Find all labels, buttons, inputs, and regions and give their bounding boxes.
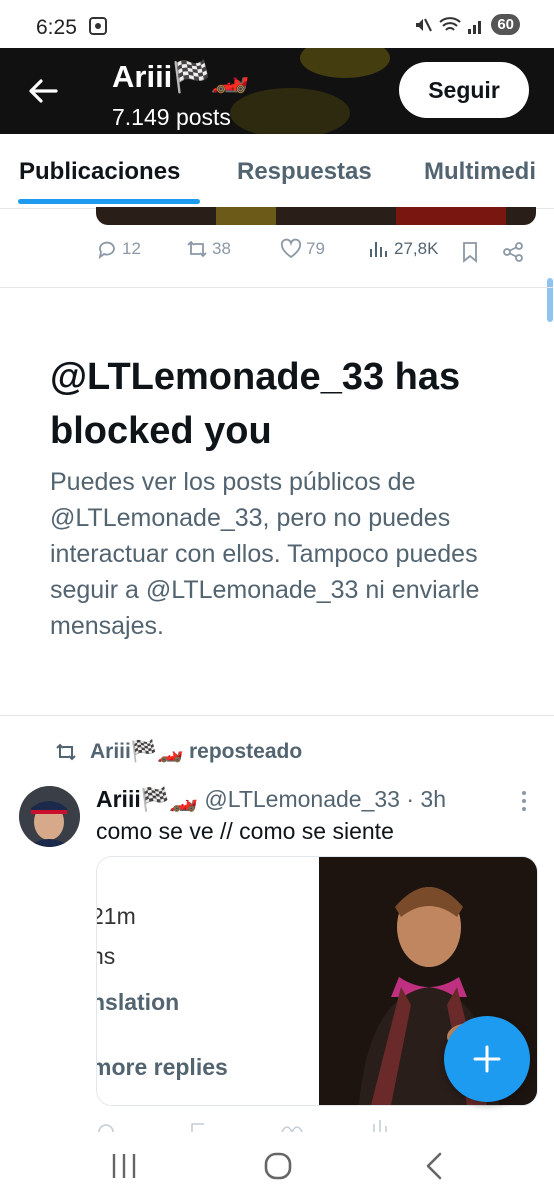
author-name[interactable]: Ariii🏁🏎️ bbox=[96, 786, 198, 812]
media-text: 21m bbox=[97, 903, 136, 929]
status-bar: 6:25 60 bbox=[0, 0, 554, 50]
previous-post-image[interactable] bbox=[96, 207, 536, 225]
media-left-panel: 21m ns nslation more replies bbox=[97, 857, 319, 1105]
tab-respuestas[interactable]: Respuestas bbox=[237, 158, 372, 186]
tweet-header: Ariii🏁🏎️ @LTLemonade_33 · 3h bbox=[96, 786, 446, 813]
divider bbox=[0, 715, 554, 716]
recent-apps-icon[interactable] bbox=[104, 1148, 144, 1184]
reply-icon bbox=[98, 241, 115, 260]
battery-indicator: 60 bbox=[491, 14, 520, 35]
author-handle-time[interactable]: @LTLemonade_33 · 3h bbox=[204, 786, 446, 812]
partial-actions-icons bbox=[98, 1120, 387, 1132]
profile-tabs: Publicaciones Respuestas Multimedi bbox=[0, 134, 554, 209]
status-time: 6:25 bbox=[36, 16, 77, 39]
media-text: ns bbox=[97, 943, 116, 969]
tab-multimedia[interactable]: Multimedi bbox=[424, 158, 536, 186]
profile-name: Ariii🏁🏎️ bbox=[112, 59, 250, 94]
blocked-description: Puedes ver los posts públicos de @LTLemo… bbox=[50, 468, 480, 640]
screen-record-icon bbox=[89, 17, 107, 35]
more-options-icon[interactable] bbox=[520, 790, 528, 812]
views-icon bbox=[370, 242, 387, 257]
repost-icon bbox=[56, 743, 76, 761]
repost-count: 38 bbox=[212, 239, 231, 258]
post-count: 7.149 posts bbox=[112, 104, 231, 130]
back-icon[interactable] bbox=[414, 1148, 454, 1184]
wifi-icon bbox=[439, 16, 461, 31]
next-post-actions-partial bbox=[96, 1118, 536, 1132]
signal-icon bbox=[468, 20, 482, 34]
divider bbox=[0, 287, 554, 288]
post-actions: 12 38 79 27,8K bbox=[96, 238, 536, 268]
views-count: 27,8K bbox=[394, 239, 439, 258]
back-arrow-icon[interactable] bbox=[26, 74, 60, 108]
views-action[interactable]: 27,8K bbox=[368, 238, 438, 260]
media-text: nslation bbox=[96, 989, 180, 1015]
heart-icon bbox=[280, 238, 302, 259]
scrollbar-thumb[interactable] bbox=[547, 278, 553, 322]
like-action[interactable]: 79 bbox=[280, 238, 325, 260]
profile-header: Ariii🏁🏎️ 7.149 posts Seguir bbox=[0, 48, 554, 134]
blocked-title: @LTLemonade_33 has blocked you bbox=[50, 356, 461, 452]
tweet-text: como se ve // como se siente bbox=[96, 818, 394, 844]
repost-icon bbox=[187, 240, 207, 258]
follow-button[interactable]: Seguir bbox=[399, 62, 529, 118]
share-icon[interactable] bbox=[502, 241, 524, 263]
bookmark-icon[interactable] bbox=[460, 241, 480, 263]
reply-action[interactable]: 12 bbox=[96, 238, 141, 260]
compose-button[interactable] bbox=[444, 1016, 530, 1102]
repost-action[interactable]: 38 bbox=[186, 238, 231, 260]
system-nav-bar bbox=[0, 1134, 554, 1200]
plus-icon bbox=[473, 1045, 501, 1073]
avatar[interactable] bbox=[19, 786, 80, 847]
mute-icon bbox=[416, 18, 433, 31]
tab-publicaciones[interactable]: Publicaciones bbox=[19, 158, 180, 186]
like-count: 79 bbox=[306, 239, 325, 258]
repost-label: Ariii🏁🏎️ reposteado bbox=[90, 740, 303, 763]
status-icons: 60 bbox=[413, 14, 520, 35]
media-text: more replies bbox=[96, 1054, 228, 1080]
active-tab-indicator bbox=[18, 199, 200, 204]
repost-indicator: Ariii🏁🏎️ reposteado bbox=[54, 740, 302, 764]
avatar-image bbox=[19, 786, 80, 847]
reply-count: 12 bbox=[122, 239, 141, 258]
home-icon[interactable] bbox=[258, 1148, 298, 1184]
